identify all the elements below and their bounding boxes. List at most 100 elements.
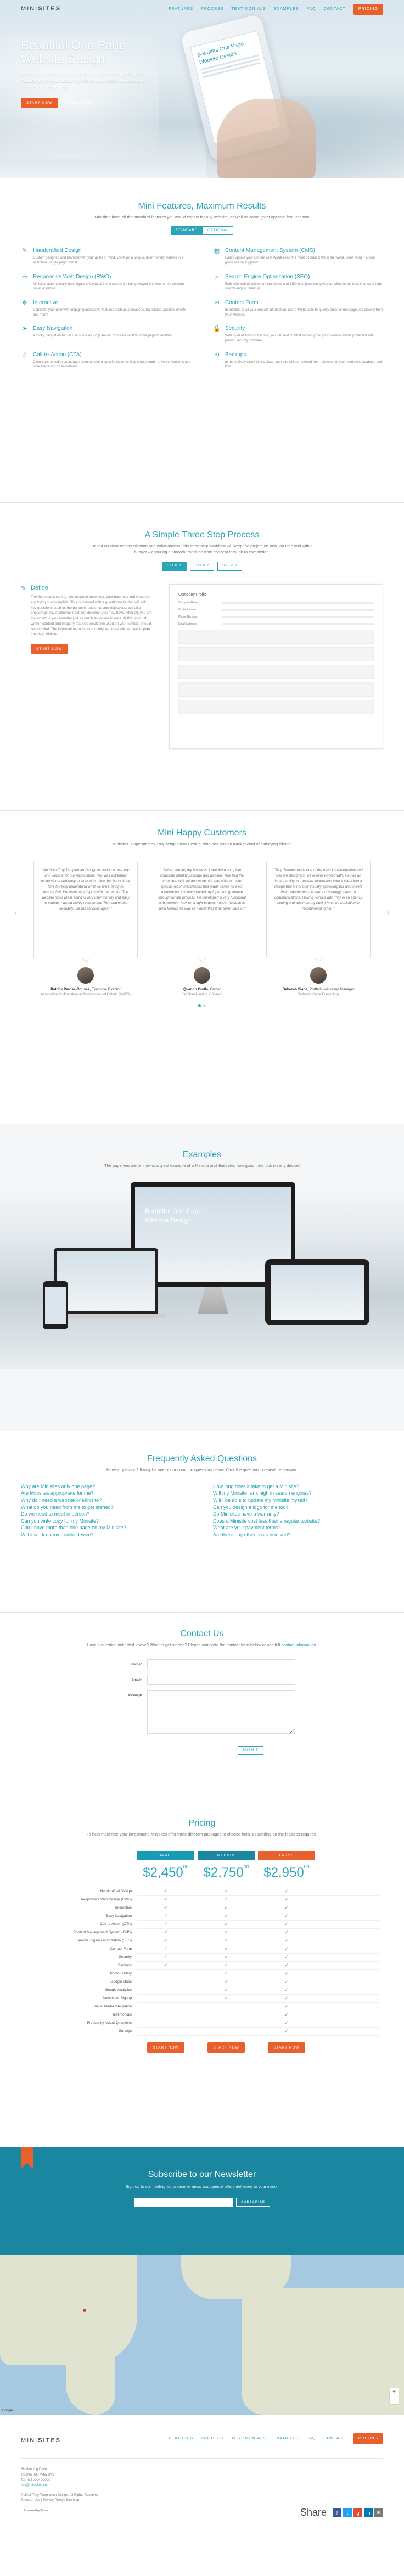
- toggle-optional[interactable]: OPTIONAL: [203, 226, 234, 235]
- step-start-button[interactable]: START NOW: [31, 644, 68, 655]
- feature-title: Call-to-Action (CTA): [33, 351, 82, 358]
- carousel-prev-icon[interactable]: ‹: [14, 907, 17, 919]
- email-share-icon[interactable]: ✉: [374, 2508, 383, 2517]
- check-icon: ✓: [224, 1905, 228, 1911]
- faq-question[interactable]: Can you design a logo for me too?: [213, 1504, 383, 1511]
- pricing-start-button[interactable]: START NOW: [207, 2042, 245, 2053]
- email-field[interactable]: [147, 1674, 295, 1685]
- faq-question[interactable]: What do you need from me to get started?: [21, 1504, 191, 1511]
- check-icon: ✓: [284, 1921, 289, 1927]
- footer-legal-links[interactable]: Terms of Use | Privacy Policy | Site Map: [21, 2498, 383, 2504]
- backup-icon: ⟲: [214, 351, 220, 358]
- contact-title: Contact Us: [180, 1629, 224, 1638]
- pricing-start-button[interactable]: START NOW: [147, 2042, 184, 2053]
- footer-nav-contact[interactable]: CONTACT: [324, 2436, 346, 2442]
- contact-info-link[interactable]: contact information: [281, 1642, 316, 1647]
- carousel-next-icon[interactable]: ›: [387, 907, 390, 919]
- check-icon: ✓: [224, 1995, 228, 2001]
- pricing-row: Surveys ✓: [119, 2028, 379, 2036]
- cms-icon: ▦: [214, 248, 220, 255]
- facebook-icon[interactable]: f: [333, 2508, 341, 2517]
- nav-contact[interactable]: CONTACT: [324, 7, 346, 12]
- faq-list: Why are Minisites only one page? Are Mini…: [21, 1483, 383, 1539]
- nav-testimonials[interactable]: TESTIMONIALS: [231, 7, 266, 12]
- faq-question[interactable]: Will I be able to update my Minisite mys…: [213, 1497, 383, 1504]
- footer-nav-testimonials[interactable]: TESTIMONIALS: [231, 2436, 266, 2442]
- pricing-row: Interactive ✓ ✓ ✓: [115, 1904, 379, 1912]
- faq-question[interactable]: Why do I need a website or Minisite?: [21, 1497, 191, 1504]
- check-icon: ✓: [164, 1888, 168, 1894]
- linkedin-icon[interactable]: in: [364, 2508, 373, 2517]
- contact-form: Name* Email* Message SUBMIT: [109, 1659, 295, 1755]
- google-map[interactable]: ● Google + −: [0, 2255, 404, 2415]
- subscribe-button[interactable]: SUBSCRIBE: [236, 2197, 270, 2207]
- submit-button[interactable]: SUBMIT: [238, 1746, 263, 1755]
- feature-title: Responsive Web Design (RWD): [33, 273, 111, 280]
- testimonial-name: Quentin Curtis,: [183, 987, 209, 991]
- pricing-start-button[interactable]: START NOW: [268, 2042, 305, 2053]
- hero-start-button[interactable]: START NOW: [21, 97, 58, 108]
- map-pin-icon[interactable]: ●: [82, 2305, 87, 2316]
- faq-question[interactable]: Can I have more than one page on my Mini…: [21, 1524, 191, 1531]
- powered-by-badge[interactable]: Powered by Tuts+: [21, 2506, 51, 2515]
- testimonial-name: Deborah Slade,: [282, 987, 308, 991]
- faq-question[interactable]: Do we need to meet in person?: [21, 1511, 191, 1518]
- logo[interactable]: MINISITES: [21, 5, 61, 13]
- check-icon: ✓: [224, 1971, 228, 1977]
- pricing-tier-large: LARGE $2,95000: [258, 1850, 315, 1882]
- faq-question[interactable]: Are Minisites appropriate for me?: [21, 1490, 191, 1497]
- pricing-row: Newsletter Signup ✓ ✓: [103, 1995, 379, 2003]
- toggle-standard[interactable]: STANDARD: [170, 226, 203, 235]
- step-tabs: STEP 1 STEP 2 STEP 3: [21, 562, 383, 571]
- step-body: The first step is setting time to get to…: [31, 595, 152, 637]
- footer-nav-features[interactable]: FEATURES: [169, 2436, 193, 2442]
- faq-question[interactable]: How long does it take to get a Minisite?: [213, 1483, 383, 1490]
- nav-pricing-button[interactable]: PRICING: [353, 4, 383, 15]
- check-icon: ✓: [284, 2020, 289, 2026]
- feature-item: ✎ Handcrafted Design Custom designed and b…: [21, 247, 191, 265]
- tab-step-2[interactable]: STEP 2: [189, 562, 215, 571]
- pricing-title: Pricing: [188, 1819, 216, 1828]
- faq-question[interactable]: What are your payment terms?: [213, 1524, 383, 1531]
- footer-email-link[interactable]: info@minisites.ca: [21, 2484, 47, 2487]
- nav-features[interactable]: FEATURES: [169, 7, 193, 12]
- google-plus-icon[interactable]: g: [354, 2508, 362, 2517]
- check-icon: ✓: [284, 1954, 289, 1960]
- footer-pricing-button[interactable]: PRICING: [353, 2433, 383, 2444]
- check-icon: ✓: [224, 1979, 228, 1985]
- faq-question[interactable]: Does a Minisite cost less than a regular…: [213, 1518, 383, 1525]
- footer-nav-process[interactable]: PROCESS: [201, 2436, 223, 2442]
- nav-process[interactable]: PROCESS: [201, 7, 223, 12]
- twitter-icon[interactable]: t: [343, 2508, 352, 2517]
- check-icon: ✓: [284, 1929, 289, 1935]
- feature-item: ☝ Call-to-Action (CTA) Clear calls to acti…: [21, 351, 191, 369]
- zoom-out-button[interactable]: −: [390, 2396, 399, 2404]
- carousel-dot[interactable]: [198, 1004, 201, 1008]
- learn-more-link[interactable]: ▶ Learn More: [62, 99, 92, 106]
- check-icon: ✓: [224, 1896, 228, 1902]
- faq-question[interactable]: Do Minisites have a warranty?: [213, 1511, 383, 1518]
- nav-examples[interactable]: EXAMPLES: [274, 7, 299, 12]
- newsletter-email-input[interactable]: [134, 2197, 233, 2207]
- check-icon: ✓: [284, 1905, 289, 1911]
- footer-nav: FEATURES PROCESS TESTIMONIALS EXAMPLES F…: [169, 2433, 383, 2444]
- pricing-row: Frequently Asked Questions ✓: [87, 2019, 379, 2028]
- testimonial-role: Portfolio Marketing Manager: [309, 987, 355, 991]
- name-field[interactable]: [147, 1659, 295, 1669]
- carousel-dot[interactable]: [203, 1004, 206, 1008]
- faq-question[interactable]: Will it work on my mobile device?: [21, 1531, 191, 1539]
- faq-question[interactable]: Why are Minisites only one page?: [21, 1483, 191, 1490]
- zoom-in-button[interactable]: +: [390, 2388, 399, 2396]
- message-field[interactable]: [147, 1690, 295, 1734]
- footer-nav-examples[interactable]: EXAMPLES: [274, 2436, 299, 2442]
- carousel-dots: [21, 1004, 383, 1008]
- footer-nav-faq[interactable]: FAQ: [307, 2436, 316, 2442]
- faq-question[interactable]: Can you write copy for my Minisite?: [21, 1518, 191, 1525]
- faq-question[interactable]: Will my Minisite rank high in search eng…: [213, 1490, 383, 1497]
- testimonial-company: Bali Dorn Hearing & Speech: [181, 992, 223, 996]
- laptop-mockup: [54, 1248, 158, 1314]
- faq-question[interactable]: Are there any other costs involved?: [213, 1531, 383, 1539]
- nav-faq[interactable]: FAQ: [307, 7, 316, 12]
- tab-step-3[interactable]: STEP 3: [217, 562, 242, 571]
- tab-step-1[interactable]: STEP 1: [162, 562, 187, 571]
